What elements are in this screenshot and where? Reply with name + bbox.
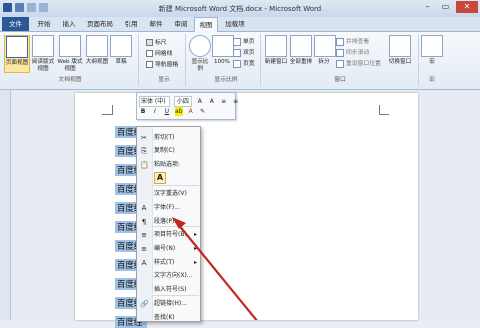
arrow-head [172, 217, 186, 229]
arrow-shaft [177, 223, 258, 320]
annotation-arrow [172, 217, 258, 320]
